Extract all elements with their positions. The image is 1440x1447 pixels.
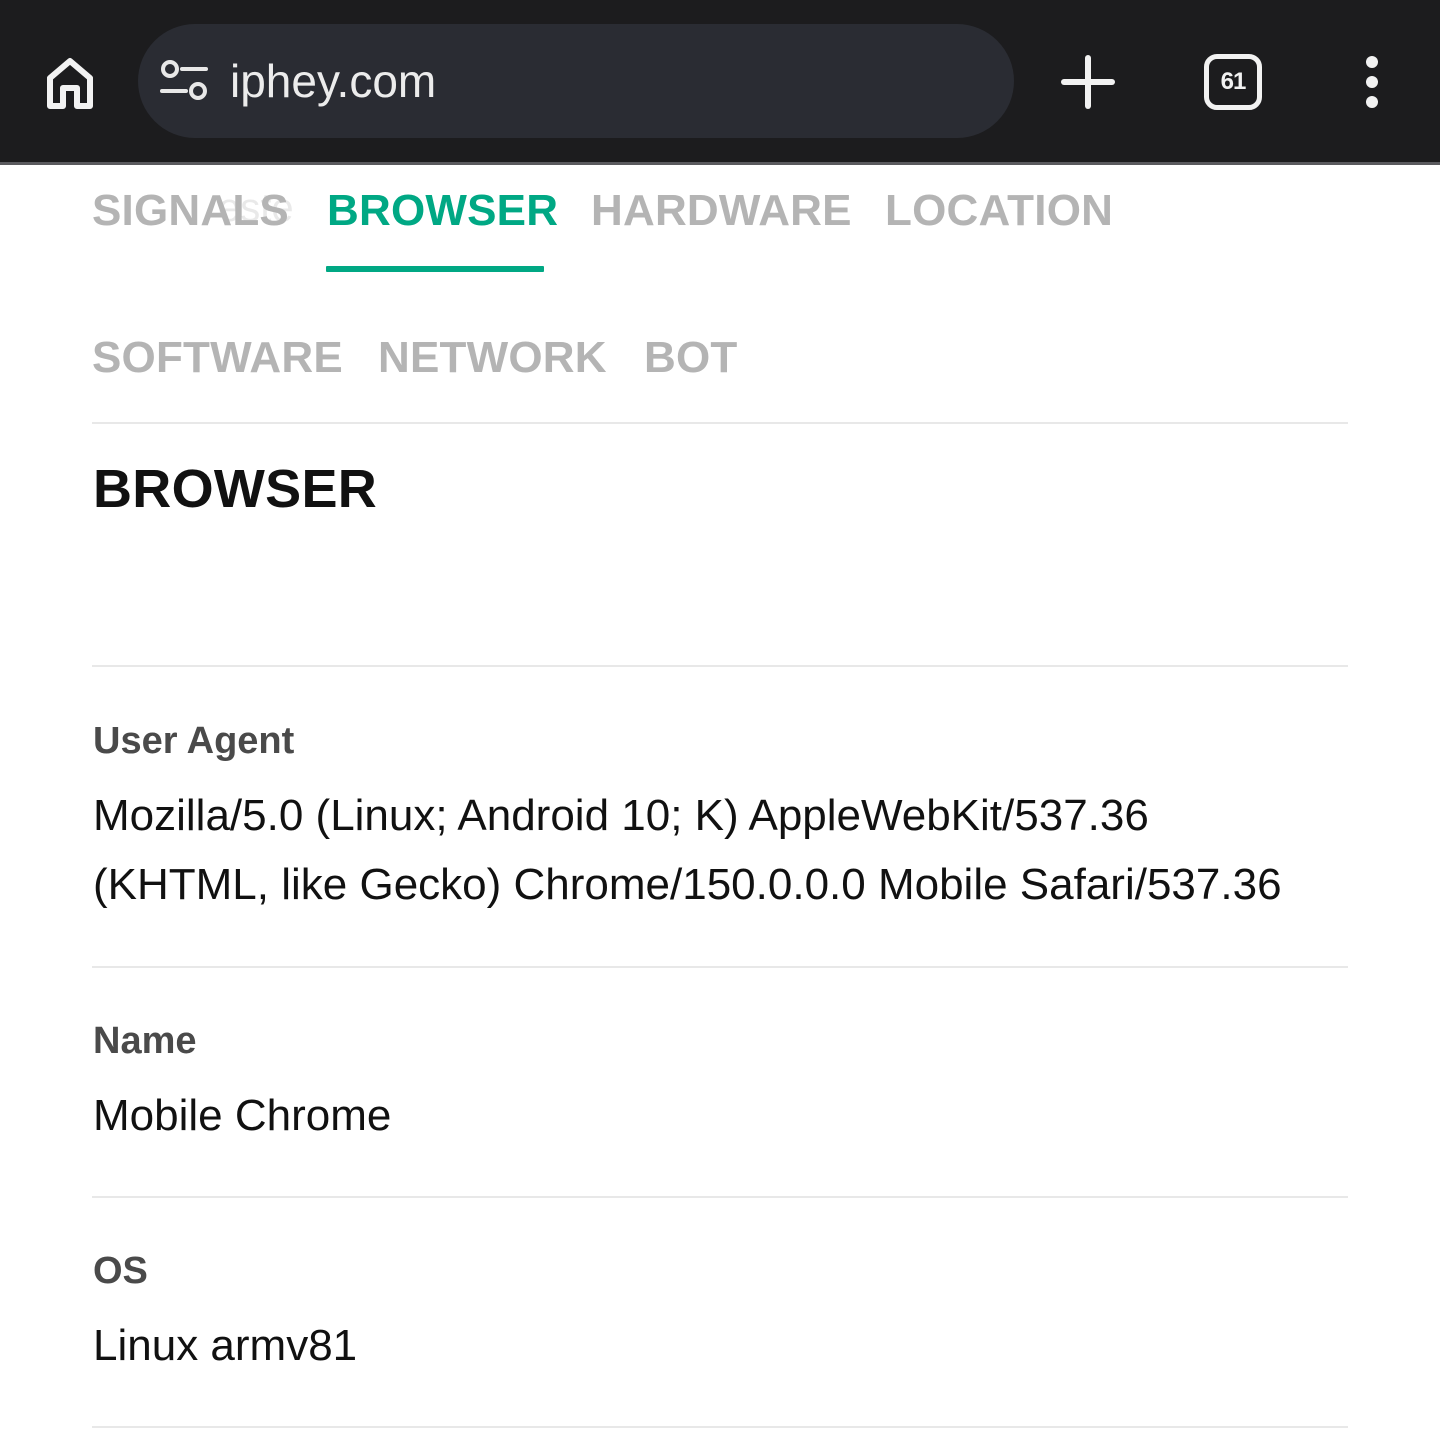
plus-icon[interactable] [1056,50,1120,114]
section-title: BROWSER [93,459,378,519]
tab-hardware[interactable]: HARDWARE [591,183,852,239]
divider [92,422,1348,424]
tab-network[interactable]: NETWORK [378,330,607,386]
tune-icon[interactable] [160,59,208,103]
active-tab-indicator [326,266,544,272]
browser-toolbar: iphey.com 61 [0,0,1440,162]
tab-switcher-button[interactable]: 61 [1204,54,1262,110]
tab-count: 61 [1220,68,1247,95]
address-bar[interactable]: iphey.com [138,24,1014,138]
os-value: Linux armv81 [93,1321,358,1370]
home-icon [47,58,93,109]
tab-browser[interactable]: BROWSER [327,183,558,239]
tab-location[interactable]: LOCATION [885,183,1113,239]
os-label: OS [93,1250,148,1292]
divider [92,1196,1348,1198]
user-agent-value-line-1: Mozilla/5.0 (Linux; Android 10; K) Apple… [93,791,1149,840]
user-agent-value-line-2: (KHTML, like Gecko) Chrome/150.0.0.0 Mob… [93,860,1282,909]
divider [92,665,1348,667]
divider [92,1426,1348,1428]
tab-software[interactable]: SOFTWARE [92,330,343,386]
name-label: Name [93,1020,197,1062]
url-text[interactable]: iphey.com [230,48,436,114]
name-value: Mobile Chrome [93,1091,392,1140]
user-agent-label: User Agent [93,720,295,762]
home-button[interactable] [36,48,104,116]
tab-bot[interactable]: BOT [644,330,737,386]
divider [92,966,1348,968]
tab-signals[interactable]: SIGNALS [92,183,289,239]
toolbar-divider [0,162,1440,165]
more-vert-icon[interactable] [1350,52,1394,112]
